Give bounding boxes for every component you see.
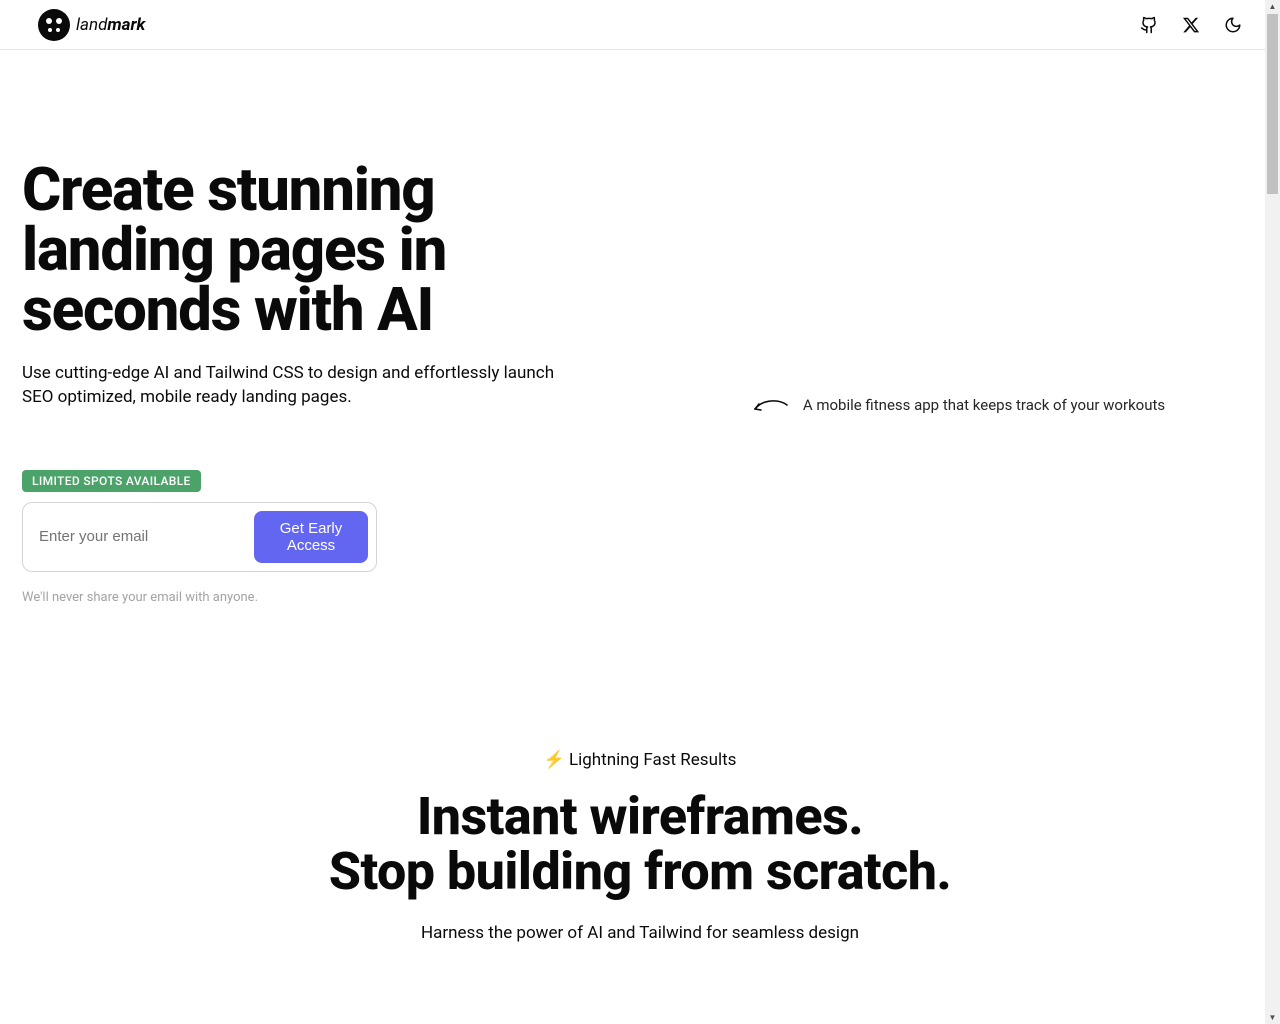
scroll-down-arrow-icon[interactable]: ▼ — [1267, 1012, 1278, 1023]
features-title-line2: Stop building from scratch. — [329, 841, 952, 902]
github-icon[interactable] — [1140, 16, 1158, 34]
features-title: Instant wireframes. Stop building from s… — [20, 790, 1260, 899]
logo-icon — [38, 9, 70, 41]
brand-text: landmark — [76, 15, 145, 35]
example-prompt-wrap: A mobile fitness app that keeps track of… — [753, 396, 1165, 414]
email-input[interactable] — [31, 522, 246, 551]
scroll-up-arrow-icon[interactable]: ▲ — [1267, 1, 1278, 12]
site-header: landmark — [0, 0, 1280, 50]
hero-title: Create stunning landing pages in seconds… — [22, 160, 602, 340]
email-signup-form: Get Early Access — [22, 502, 377, 572]
x-twitter-icon[interactable] — [1182, 16, 1200, 34]
availability-badge: LIMITED SPOTS AVAILABLE — [22, 470, 201, 492]
example-prompt-text: A mobile fitness app that keeps track of… — [803, 396, 1165, 414]
scroll-thumb[interactable] — [1267, 14, 1278, 194]
brand-light: land — [76, 15, 107, 35]
features-subtitle: Harness the power of AI and Tailwind for… — [20, 923, 1260, 943]
vertical-scrollbar[interactable]: ▲ ▼ — [1265, 0, 1280, 1024]
moon-icon[interactable] — [1224, 16, 1242, 34]
features-section: ⚡ Lightning Fast Results Instant wirefra… — [0, 630, 1280, 1003]
features-title-line1: Instant wireframes. — [417, 786, 863, 847]
hero-example: A mobile fitness app that keeps track of… — [660, 160, 1258, 630]
arrow-swoosh-icon — [753, 397, 789, 413]
brand-bold: mark — [107, 15, 145, 35]
privacy-note: We'll never share your email with anyone… — [22, 590, 602, 605]
hero-section: Create stunning landing pages in seconds… — [0, 50, 1280, 630]
brand-logo[interactable]: landmark — [38, 9, 145, 41]
hero-subtitle: Use cutting-edge AI and Tailwind CSS to … — [22, 362, 567, 410]
early-access-button[interactable]: Get Early Access — [254, 511, 368, 563]
features-eyebrow: ⚡ Lightning Fast Results — [20, 750, 1260, 770]
hero-content: Create stunning landing pages in seconds… — [22, 160, 602, 630]
header-icon-group — [1140, 16, 1242, 34]
